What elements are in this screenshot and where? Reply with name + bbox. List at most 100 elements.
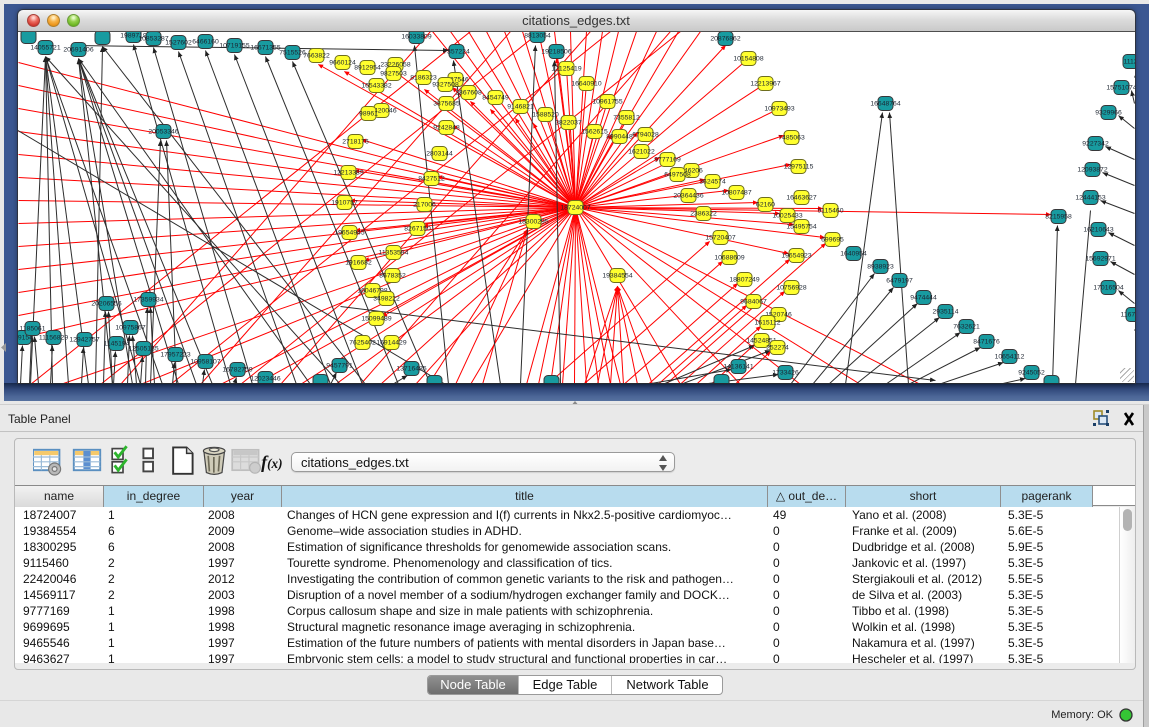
svg-text:217006: 217006 bbox=[413, 202, 436, 209]
svg-text:1910757: 1910757 bbox=[331, 200, 358, 207]
svg-text:12942757: 12942757 bbox=[69, 337, 99, 344]
svg-text:3624574: 3624574 bbox=[699, 179, 726, 186]
svg-text:12975115: 12975115 bbox=[783, 164, 813, 171]
svg-text:1640954: 1640954 bbox=[840, 251, 867, 258]
svg-text:8990448: 8990448 bbox=[606, 134, 633, 141]
svg-text:16210643: 16210643 bbox=[1083, 227, 1113, 234]
svg-text:252274: 252274 bbox=[766, 345, 789, 352]
svg-text:12125419: 12125419 bbox=[551, 66, 581, 73]
svg-text:10154808: 10154808 bbox=[733, 56, 763, 63]
svg-text:16671355: 16671355 bbox=[250, 45, 280, 52]
svg-text:12213389: 12213389 bbox=[333, 170, 363, 177]
svg-text:62160: 62160 bbox=[756, 202, 775, 209]
svg-text:10958107: 10958107 bbox=[190, 359, 220, 366]
svg-text:16463627: 16463627 bbox=[786, 195, 816, 202]
svg-text:10961755: 10961755 bbox=[592, 99, 622, 106]
svg-text:3822037: 3822037 bbox=[555, 120, 582, 127]
svg-text:20053346: 20053346 bbox=[148, 129, 178, 136]
svg-text:7357224: 7357224 bbox=[443, 49, 470, 56]
svg-text:f(x): f(x) bbox=[261, 452, 282, 472]
svg-text:11353594: 11353594 bbox=[378, 250, 408, 257]
svg-text:9684067: 9684067 bbox=[740, 299, 767, 306]
svg-text:9115460: 9115460 bbox=[817, 208, 843, 215]
svg-text:20691406: 20691406 bbox=[63, 47, 93, 54]
svg-text:17957223: 17957223 bbox=[160, 352, 190, 359]
svg-text:1562615: 1562615 bbox=[581, 129, 608, 136]
svg-text:7515526: 7515526 bbox=[279, 50, 306, 57]
svg-text:1916682: 1916682 bbox=[345, 260, 372, 267]
svg-text:8938923: 8938923 bbox=[867, 264, 894, 271]
svg-text:1185061: 1185061 bbox=[19, 326, 45, 333]
svg-text:18300295: 18300295 bbox=[518, 219, 548, 226]
svg-text:2935114: 2935114 bbox=[932, 309, 958, 316]
svg-text:12023446: 12023446 bbox=[250, 376, 280, 383]
svg-text:9660124: 9660124 bbox=[329, 60, 356, 67]
svg-text:14055721: 14055721 bbox=[30, 45, 60, 52]
svg-text:16543382: 16543382 bbox=[361, 83, 391, 90]
svg-text:19218506: 19218506 bbox=[541, 49, 571, 56]
svg-text:19384554: 19384554 bbox=[602, 273, 632, 280]
svg-text:9777169: 9777169 bbox=[654, 157, 681, 164]
svg-text:8427512: 8427512 bbox=[418, 176, 445, 183]
svg-text:16640910: 16640910 bbox=[571, 81, 601, 88]
svg-text:18807249: 18807249 bbox=[729, 277, 759, 284]
svg-text:20206556: 20206556 bbox=[91, 301, 121, 308]
svg-text:16914429: 16914429 bbox=[376, 340, 406, 347]
svg-text:17359934: 17359934 bbox=[133, 297, 163, 304]
svg-text:8813054: 8813054 bbox=[524, 33, 551, 40]
svg-text:9327508: 9327508 bbox=[432, 82, 459, 89]
svg-text:10654112: 10654112 bbox=[994, 354, 1024, 361]
svg-text:2718176: 2718176 bbox=[342, 139, 369, 146]
svg-text:20876862: 20876862 bbox=[710, 36, 740, 43]
svg-text:10025433: 10025433 bbox=[772, 213, 802, 220]
svg-text:1733426: 1733426 bbox=[772, 370, 799, 377]
svg-text:1527602: 1527602 bbox=[165, 40, 192, 47]
svg-text:8267150: 8267150 bbox=[404, 226, 431, 233]
svg-text:7485063: 7485063 bbox=[778, 135, 805, 142]
svg-text:10719155: 10719155 bbox=[219, 43, 249, 50]
svg-text:9227342: 9227342 bbox=[1082, 141, 1109, 148]
svg-text:15495754: 15495754 bbox=[786, 224, 816, 231]
svg-text:11156829: 11156829 bbox=[38, 335, 67, 342]
svg-text:3875685: 3875685 bbox=[433, 101, 460, 108]
svg-text:2803144: 2803144 bbox=[426, 151, 453, 158]
svg-text:8215958: 8215958 bbox=[1045, 214, 1072, 221]
svg-text:8454749: 8454749 bbox=[482, 95, 509, 102]
svg-text:7355812: 7355812 bbox=[613, 115, 640, 122]
svg-text:3498222: 3498222 bbox=[373, 296, 400, 303]
svg-text:16033809: 16033809 bbox=[401, 34, 431, 41]
svg-text:16782759: 16782759 bbox=[222, 367, 252, 374]
svg-text:1167533: 1167533 bbox=[1120, 312, 1134, 319]
svg-text:1615112: 1615112 bbox=[754, 320, 780, 327]
svg-text:8186323: 8186323 bbox=[410, 75, 437, 82]
svg-text:15692971: 15692971 bbox=[1085, 256, 1115, 263]
svg-text:10688609: 10688609 bbox=[714, 255, 744, 262]
svg-text:7663822: 7663822 bbox=[303, 53, 330, 60]
svg-text:12093872: 12093872 bbox=[1077, 167, 1107, 174]
svg-text:9474444: 9474444 bbox=[910, 295, 937, 302]
svg-text:9329966: 9329966 bbox=[1095, 110, 1122, 117]
svg-text:9245052: 9245052 bbox=[1018, 370, 1045, 377]
svg-text:7625402: 7625402 bbox=[349, 340, 376, 347]
svg-text:9242848: 9242848 bbox=[433, 125, 460, 132]
svg-text:9827503: 9827503 bbox=[380, 71, 407, 78]
svg-text:10853287: 10853287 bbox=[138, 36, 168, 43]
svg-text:6479197: 6479197 bbox=[886, 278, 913, 285]
svg-text:10756928: 10756928 bbox=[776, 285, 806, 292]
svg-text:1112: 1112 bbox=[1123, 59, 1135, 66]
svg-text:2867608: 2867608 bbox=[455, 90, 482, 97]
svg-text:15099489: 15099489 bbox=[361, 316, 391, 323]
svg-text:10973493: 10973493 bbox=[764, 106, 794, 113]
svg-text:19654945: 19654945 bbox=[334, 230, 364, 237]
svg-text:1145194: 1145194 bbox=[103, 341, 129, 348]
svg-text:699695: 699695 bbox=[821, 237, 844, 244]
svg-text:20364436: 20364436 bbox=[673, 193, 703, 200]
svg-text:6466160: 6466160 bbox=[192, 39, 219, 46]
svg-text:7632621: 7632621 bbox=[953, 324, 980, 331]
svg-text:2386322: 2386322 bbox=[690, 211, 717, 218]
svg-text:98961: 98961 bbox=[359, 111, 378, 118]
svg-text:17016504: 17016504 bbox=[1093, 285, 1123, 292]
svg-text:12213967: 12213967 bbox=[750, 81, 780, 88]
svg-text:16648764: 16648764 bbox=[870, 101, 900, 108]
svg-text:1621022: 1621022 bbox=[628, 149, 655, 156]
